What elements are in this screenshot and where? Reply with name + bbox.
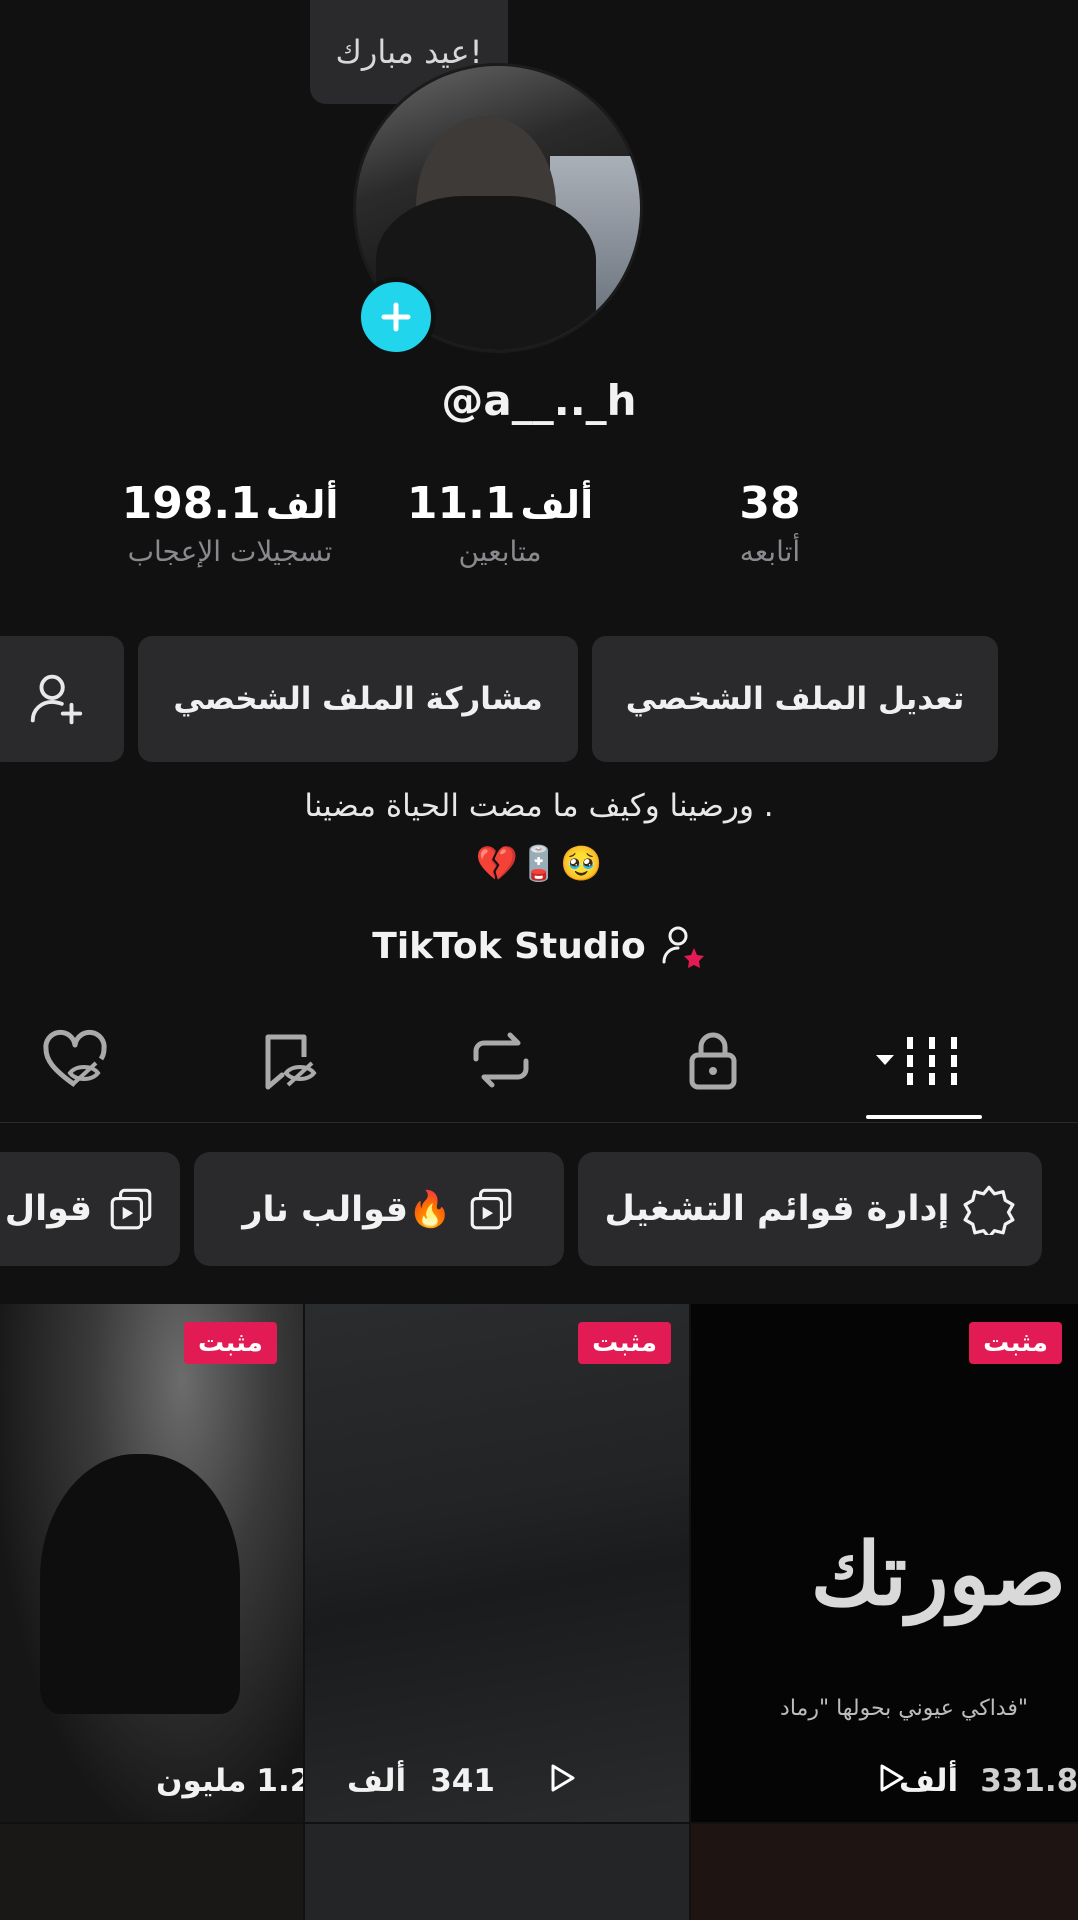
pinned-badge: مثبت (969, 1322, 1062, 1364)
play-icon (880, 1764, 904, 1792)
tab-videos[interactable] (870, 1025, 980, 1099)
hidden-heart-icon (43, 1029, 107, 1088)
grid-dropdown-icon (876, 1037, 957, 1087)
video-overlay-title: صورتك (810, 1524, 1066, 1625)
video-tile[interactable] (305, 1824, 689, 1920)
lock-icon (689, 1032, 737, 1090)
gear-icon (963, 1185, 1015, 1235)
likes-unit: ألف (265, 483, 339, 527)
manage-playlists-label: إدارة قوائم التشغيل (604, 1189, 950, 1229)
video-tile[interactable]: مثبت ألف 341 (305, 1304, 689, 1822)
video-overlay-caption: فداكي عيوني بحولها "رماد" (780, 1696, 1028, 1721)
play-icon (551, 1764, 575, 1792)
following-label: أتابعه (739, 535, 801, 568)
bio-text: ورضينا وكيف ما مضت الحياة مضينا . (304, 788, 774, 824)
followers-label: متابعين (458, 535, 542, 568)
likes-count: 198.1 (121, 478, 261, 529)
studio-user-star-icon (662, 926, 704, 968)
add-story-button[interactable] (356, 277, 436, 357)
add-user-icon (30, 674, 83, 725)
stat-likes[interactable]: ألف 198.1 تسجيلات الإعجاب (95, 478, 365, 568)
manage-playlists-chip[interactable]: إدارة قوائم التشغيل (578, 1152, 1042, 1266)
tiktok-studio-label: TikTok Studio (372, 925, 646, 967)
video-thumbnail-figure (40, 1454, 240, 1714)
view-count: ألف 331.8 (899, 1763, 1078, 1799)
pinned-badge: مثبت (184, 1322, 277, 1364)
view-count-text: ألف 341 (347, 1763, 495, 1799)
video-tile[interactable]: مثبت صورتك فداكي عيوني بحولها "رماد" ألف… (691, 1304, 1078, 1822)
templates-label: قوال (4, 1189, 92, 1229)
tiktok-studio-link[interactable]: TikTok Studio (0, 922, 1078, 970)
tab-favorites[interactable] (254, 1025, 324, 1099)
fire-templates-chip[interactable]: قوالب نار🔥 (194, 1152, 564, 1266)
following-count: 38 (739, 478, 801, 529)
stat-followers[interactable]: ألف 11.1 متابعين (400, 478, 600, 568)
templates-chip[interactable]: قوال (0, 1152, 180, 1266)
template-icon (110, 1188, 152, 1230)
view-count-unit: ألف (899, 1763, 959, 1799)
add-friend-button[interactable] (0, 636, 124, 762)
view-count-unit: ألف (347, 1763, 407, 1799)
view-count: مليون 1.2 (156, 1763, 303, 1799)
followers-unit: ألف (520, 483, 594, 527)
stat-following[interactable]: 38 أتابعه (690, 478, 850, 568)
followers-count: 11.1 (406, 478, 516, 529)
tab-reposts[interactable] (466, 1025, 536, 1099)
video-tile[interactable]: مثبت مليون 1.2 (0, 1304, 303, 1822)
hidden-bookmark-icon (265, 1034, 317, 1090)
video-tile[interactable] (0, 1824, 303, 1920)
play-icon-wrapper (876, 1763, 906, 1797)
edit-profile-button[interactable]: تعديل الملف الشخصي (592, 636, 998, 762)
view-count-value: 331.8 (980, 1763, 1078, 1799)
username: @a__.._h (441, 376, 637, 425)
tab-divider (0, 1122, 1078, 1123)
repost-icon (473, 1032, 529, 1088)
template-icon (470, 1188, 511, 1230)
video-tile[interactable] (691, 1824, 1078, 1920)
view-count (547, 1763, 577, 1793)
view-count-unit: مليون (156, 1763, 247, 1799)
plus-icon (381, 302, 411, 332)
bio-emojis: 💔🪫🥹 (475, 844, 603, 884)
tab-liked[interactable] (40, 1025, 110, 1099)
active-tab-indicator (866, 1115, 982, 1119)
view-count-value: 341 (430, 1763, 495, 1799)
share-profile-button[interactable]: مشاركة الملف الشخصي (138, 636, 578, 762)
tab-private[interactable] (678, 1025, 748, 1099)
fire-templates-label: قوالب نار🔥 (242, 1189, 452, 1230)
pinned-badge: مثبت (578, 1322, 671, 1364)
likes-label: تسجيلات الإعجاب (127, 535, 333, 568)
view-count-value: 1.2 (256, 1763, 303, 1799)
